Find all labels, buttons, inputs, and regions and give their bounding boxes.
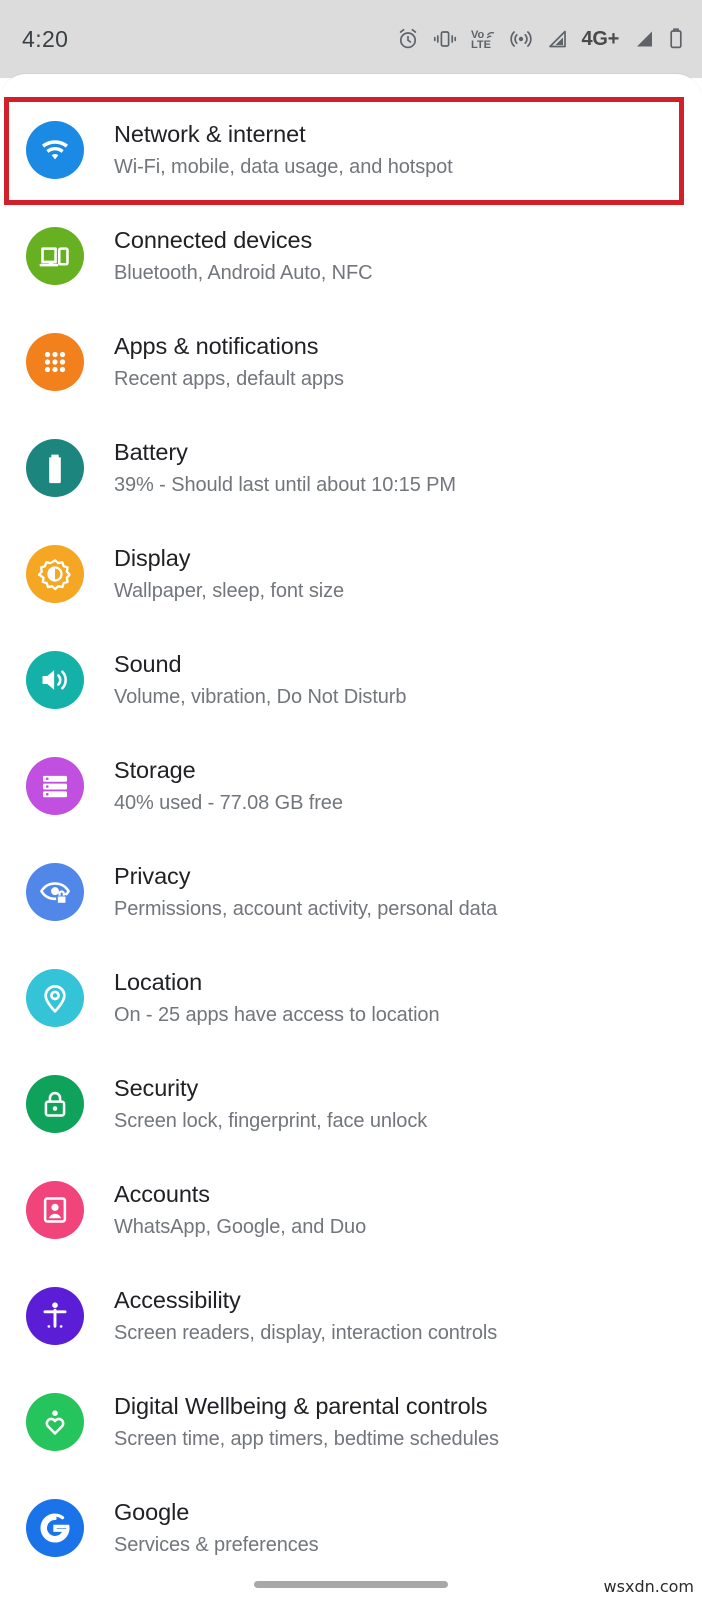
settings-row-text: Battery 39% - Should last until about 10… <box>114 438 456 498</box>
status-bar: 4:20 Vo LTE 4G+ <box>0 0 702 78</box>
settings-row-subtitle: Recent apps, default apps <box>114 368 344 391</box>
settings-row-network-internet[interactable]: Network & internet Wi-Fi, mobile, data u… <box>0 97 702 203</box>
settings-row-title: Storage <box>114 756 196 783</box>
vibrate-icon <box>433 28 457 50</box>
account-card-icon <box>26 1181 84 1239</box>
settings-row-title: Digital Wellbeing & parental controls <box>114 1392 488 1419</box>
status-bar-icons: Vo LTE 4G+ <box>396 27 684 51</box>
signal-2-icon <box>633 28 655 50</box>
battery-icon <box>26 439 84 497</box>
settings-row-accounts[interactable]: Accounts WhatsApp, Google, and Duo <box>0 1157 702 1263</box>
watermark: wsxdn.com <box>603 1577 694 1596</box>
settings-row-title: Accessibility <box>114 1286 241 1313</box>
settings-row-subtitle: Services & preferences <box>114 1534 319 1557</box>
settings-row-apps-notifications[interactable]: Apps & notifications Recent apps, defaul… <box>0 309 702 415</box>
settings-row-title: Accounts <box>114 1180 210 1207</box>
settings-row-display[interactable]: Display Wallpaper, sleep, font size <box>0 521 702 627</box>
settings-row-subtitle: Permissions, account activity, personal … <box>114 898 498 921</box>
settings-row-title: Display <box>114 544 191 571</box>
settings-row-sound[interactable]: Sound Volume, vibration, Do Not Disturb <box>0 627 702 733</box>
speaker-icon <box>26 651 84 709</box>
settings-row-text: Location On - 25 apps have access to loc… <box>114 968 440 1028</box>
brightness-icon <box>26 545 84 603</box>
settings-row-title: Network & internet <box>114 120 306 147</box>
settings-row-title: Connected devices <box>114 226 313 253</box>
settings-row-title: Apps & notifications <box>114 332 319 359</box>
settings-row-title: Security <box>114 1074 199 1101</box>
settings-row-text: Security Screen lock, fingerprint, face … <box>114 1074 427 1134</box>
settings-row-text: Connected devices Bluetooth, Android Aut… <box>114 226 373 286</box>
settings-row-title: Sound <box>114 650 182 677</box>
settings-row-subtitle: WhatsApp, Google, and Duo <box>114 1216 367 1239</box>
settings-row-location[interactable]: Location On - 25 apps have access to loc… <box>0 945 702 1051</box>
settings-row-text: Network & internet Wi-Fi, mobile, data u… <box>114 120 453 180</box>
settings-row-title: Location <box>114 968 203 995</box>
settings-row-title: Battery <box>114 438 188 465</box>
settings-row-accessibility[interactable]: Accessibility Screen readers, display, i… <box>0 1263 702 1369</box>
network-type-label: 4G+ <box>581 27 620 50</box>
volte-icon: Vo LTE <box>470 28 496 50</box>
battery-icon <box>668 27 684 51</box>
settings-row-subtitle: Screen readers, display, interaction con… <box>114 1322 498 1345</box>
lock-icon <box>26 1075 84 1133</box>
settings-row-title: Google <box>114 1498 190 1525</box>
settings-row-digital-wellbeing[interactable]: Digital Wellbeing & parental controls Sc… <box>0 1369 702 1475</box>
settings-row-subtitle: Screen lock, fingerprint, face unlock <box>114 1110 428 1133</box>
devices-icon <box>26 227 84 285</box>
settings-row-title: Privacy <box>114 862 191 889</box>
settings-row-text: Display Wallpaper, sleep, font size <box>114 544 344 604</box>
home-gesture-handle[interactable] <box>254 1581 448 1588</box>
alarm-icon <box>396 27 420 51</box>
settings-row-subtitle: Wallpaper, sleep, font size <box>114 580 345 603</box>
settings-row-connected-devices[interactable]: Connected devices Bluetooth, Android Aut… <box>0 203 702 309</box>
settings-row-text: Apps & notifications Recent apps, defaul… <box>114 332 344 392</box>
storage-icon <box>26 757 84 815</box>
settings-row-privacy[interactable]: Privacy Permissions, account activity, p… <box>0 839 702 945</box>
settings-list: Network & internet Wi-Fi, mobile, data u… <box>0 97 702 1581</box>
eye-lock-icon <box>26 863 84 921</box>
settings-row-subtitle: Screen time, app timers, bedtime schedul… <box>114 1428 499 1451</box>
settings-row-text: Privacy Permissions, account activity, p… <box>114 862 497 922</box>
settings-row-text: Storage 40% used - 77.08 GB free <box>114 756 343 816</box>
settings-row-text: Accessibility Screen readers, display, i… <box>114 1286 497 1346</box>
settings-row-text: Accounts WhatsApp, Google, and Duo <box>114 1180 366 1240</box>
volte-bottom-text: LTE <box>471 39 491 50</box>
settings-row-subtitle: 39% - Should last until about 10:15 PM <box>114 474 456 497</box>
settings-row-security[interactable]: Security Screen lock, fingerprint, face … <box>0 1051 702 1157</box>
settings-row-text: Digital Wellbeing & parental controls Sc… <box>114 1392 499 1452</box>
settings-row-subtitle: Volume, vibration, Do Not Disturb <box>114 686 407 709</box>
settings-row-storage[interactable]: Storage 40% used - 77.08 GB free <box>0 733 702 839</box>
signal-1-icon <box>546 28 568 50</box>
hotspot-icon <box>509 27 533 51</box>
settings-row-text: Sound Volume, vibration, Do Not Disturb <box>114 650 406 710</box>
wifi-icon <box>26 121 84 179</box>
settings-row-subtitle: On - 25 apps have access to location <box>114 1004 440 1027</box>
settings-row-text: Google Services & preferences <box>114 1498 319 1558</box>
map-pin-icon <box>26 969 84 1027</box>
wellbeing-heart-icon <box>26 1393 84 1451</box>
settings-row-google[interactable]: Google Services & preferences <box>0 1475 702 1581</box>
apps-grid-icon <box>26 333 84 391</box>
settings-row-subtitle: Wi-Fi, mobile, data usage, and hotspot <box>114 156 453 179</box>
google-g-icon <box>26 1499 84 1557</box>
status-bar-clock: 4:20 <box>22 25 69 52</box>
settings-row-subtitle: Bluetooth, Android Auto, NFC <box>114 262 373 285</box>
settings-row-battery[interactable]: Battery 39% - Should last until about 10… <box>0 415 702 521</box>
accessibility-icon <box>26 1287 84 1345</box>
settings-row-subtitle: 40% used - 77.08 GB free <box>114 792 343 815</box>
